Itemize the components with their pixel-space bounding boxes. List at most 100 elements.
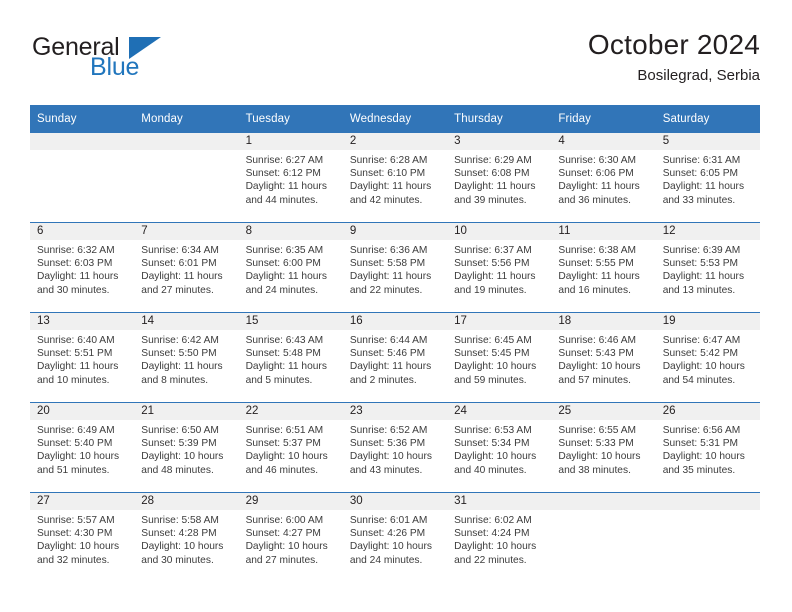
day-details: Sunrise: 6:31 AM Sunset: 6:05 PM Daylight:… [656,150,760,207]
daylight-text-line1: Daylight: 11 hours [558,271,640,283]
daylight-text-line2: and 19 minutes. [454,284,527,296]
daylight-text-line2: and 22 minutes. [454,554,527,566]
day-details: Sunrise: 6:56 AM Sunset: 5:31 PM Daylight:… [656,420,760,477]
day-cell[interactable]: 6 Sunrise: 6:32 AM Sunset: 6:03 PM Daylight… [30,223,135,312]
sunrise-text: Sunrise: 6:29 AM [454,155,532,166]
sunset-text: Sunset: 4:30 PM [37,528,113,540]
day-number: 7 [134,223,239,240]
sunset-text: Sunset: 5:36 PM [349,438,426,450]
daylight-text-line1: Daylight: 10 hours [349,451,432,463]
sunrise-text: Sunrise: 6:39 AM [662,245,741,256]
sunrise-text: Sunrise: 6:01 AM [349,515,428,526]
day-number: 27 [30,493,135,510]
day-number [30,133,135,150]
sunset-text: Sunset: 6:10 PM [349,168,426,180]
day-number: 16 [342,313,448,330]
day-number: 25 [551,403,656,420]
daylight-text-line2: and 40 minutes. [454,464,527,476]
day-cell[interactable]: 10 Sunrise: 6:37 AM Sunset: 5:56 PM Dayligh… [447,223,552,312]
daylight-text-line2: and 43 minutes. [349,464,423,476]
daylight-text-line1: Daylight: 10 hours [141,451,224,463]
day-cell[interactable]: 4 Sunrise: 6:30 AM Sunset: 6:06 PM Daylight… [551,133,656,222]
day-cell[interactable]: 23 Sunrise: 6:52 AM Sunset: 5:36 PM Dayligh… [342,403,448,492]
sunrise-text: Sunrise: 6:49 AM [37,425,115,436]
day-cell[interactable]: 29 Sunrise: 6:00 AM Sunset: 4:27 PM Dayligh… [238,493,343,582]
sunset-text: Sunset: 5:50 PM [141,348,217,360]
day-cell[interactable]: 27 Sunrise: 5:57 AM Sunset: 4:30 PM Dayligh… [30,493,135,582]
sunrise-text: Sunrise: 5:57 AM [37,515,115,526]
sunset-text: Sunset: 4:28 PM [141,528,217,540]
daylight-text-line2: and 13 minutes. [662,284,736,296]
day-cell[interactable]: 14 Sunrise: 6:42 AM Sunset: 5:50 PM Dayligh… [134,313,239,402]
day-cell[interactable]: 8 Sunrise: 6:35 AM Sunset: 6:00 PM Daylight… [238,223,343,312]
day-cell[interactable]: 18 Sunrise: 6:46 AM Sunset: 5:43 PM Dayligh… [551,313,656,402]
sunrise-text: Sunrise: 6:40 AM [37,335,115,346]
sunset-text: Sunset: 6:00 PM [245,258,321,270]
day-details: Sunrise: 6:00 AM Sunset: 4:27 PM Daylight:… [239,510,343,567]
day-number: 11 [551,223,656,240]
day-number: 6 [30,223,135,240]
weekday-header-thursday: Thursday [447,105,552,133]
day-cell[interactable]: 15 Sunrise: 6:43 AM Sunset: 5:48 PM Dayligh… [238,313,343,402]
sunset-text: Sunset: 6:06 PM [558,168,634,180]
day-cell[interactable]: 25 Sunrise: 6:55 AM Sunset: 5:33 PM Dayligh… [551,403,656,492]
sunrise-text: Sunrise: 6:35 AM [245,245,324,256]
page-title: October 2024 [587,29,760,60]
day-details: Sunrise: 6:35 AM Sunset: 6:00 PM Daylight:… [239,240,343,297]
day-details: Sunrise: 6:40 AM Sunset: 5:51 PM Daylight:… [30,330,134,387]
day-cell[interactable]: 2 Sunrise: 6:28 AM Sunset: 6:10 PM Daylight… [342,133,448,222]
day-cell[interactable]: 24 Sunrise: 6:53 AM Sunset: 5:34 PM Dayligh… [447,403,552,492]
sunset-text: Sunset: 5:51 PM [37,348,113,360]
sunset-text: Sunset: 4:27 PM [245,528,321,540]
day-details: Sunrise: 5:58 AM Sunset: 4:28 PM Daylight:… [134,510,238,567]
day-cell[interactable]: 3 Sunrise: 6:29 AM Sunset: 6:08 PM Daylight… [447,133,552,222]
day-cell[interactable]: 1 Sunrise: 6:27 AM Sunset: 6:12 PM Daylight… [238,133,343,222]
day-details: Sunrise: 6:29 AM Sunset: 6:08 PM Daylight:… [447,150,551,207]
day-cell[interactable]: 11 Sunrise: 6:38 AM Sunset: 5:55 PM Dayligh… [551,223,656,312]
sunset-text: Sunset: 5:34 PM [454,438,530,450]
brand-logo[interactable]: General Blue [30,34,260,96]
day-cell[interactable]: 13 Sunrise: 6:40 AM Sunset: 5:51 PM Dayligh… [30,313,135,402]
day-number: 12 [655,223,760,240]
daylight-text-line2: and 10 minutes. [37,374,110,386]
day-cell-empty [134,133,239,222]
day-details: Sunrise: 6:30 AM Sunset: 6:06 PM Daylight:… [551,150,655,207]
day-details: Sunrise: 6:53 AM Sunset: 5:34 PM Daylight:… [447,420,551,477]
day-cell[interactable]: 12 Sunrise: 6:39 AM Sunset: 5:53 PM Dayligh… [655,223,760,312]
day-number: 8 [238,223,343,240]
day-number: 18 [551,313,656,330]
calendar-week-row: 20 Sunrise: 6:49 AM Sunset: 5:40 PM Dayligh… [30,402,760,493]
day-details: Sunrise: 6:36 AM Sunset: 5:58 PM Daylight:… [343,240,447,297]
day-cell[interactable]: 30 Sunrise: 6:01 AM Sunset: 4:26 PM Dayligh… [342,493,448,582]
daylight-text-line2: and 8 minutes. [141,374,209,386]
sunrise-text: Sunrise: 6:27 AM [245,155,324,166]
day-cell[interactable]: 9 Sunrise: 6:36 AM Sunset: 5:58 PM Daylight… [342,223,448,312]
brand-name-blue: Blue [90,53,140,81]
day-details: Sunrise: 6:27 AM Sunset: 6:12 PM Daylight:… [239,150,343,207]
daylight-text-line1: Daylight: 11 hours [454,271,536,283]
day-cell[interactable]: 26 Sunrise: 6:56 AM Sunset: 5:31 PM Dayligh… [655,403,760,492]
daylight-text-line1: Daylight: 11 hours [141,361,223,373]
day-cell[interactable]: 21 Sunrise: 6:50 AM Sunset: 5:39 PM Dayligh… [134,403,239,492]
calendar-header-row: Sunday Monday Tuesday Wednesday Thursday Frid… [30,105,760,133]
day-details: Sunrise: 6:01 AM Sunset: 4:26 PM Daylight:… [343,510,447,567]
sunset-text: Sunset: 5:53 PM [662,258,739,270]
day-cell[interactable]: 22 Sunrise: 6:51 AM Sunset: 5:37 PM Dayligh… [238,403,343,492]
day-cell[interactable]: 19 Sunrise: 6:47 AM Sunset: 5:42 PM Dayligh… [655,313,760,402]
day-cell[interactable]: 31 Sunrise: 6:02 AM Sunset: 4:24 PM Dayligh… [447,493,552,582]
daylight-text-line1: Daylight: 10 hours [662,361,745,373]
day-cell[interactable]: 28 Sunrise: 5:58 AM Sunset: 4:28 PM Dayligh… [134,493,239,582]
day-number: 9 [342,223,448,240]
day-details: Sunrise: 6:42 AM Sunset: 5:50 PM Daylight:… [134,330,238,387]
day-details: Sunrise: 6:50 AM Sunset: 5:39 PM Daylight:… [134,420,238,477]
day-details: Sunrise: 6:47 AM Sunset: 5:42 PM Daylight:… [656,330,760,387]
day-cell[interactable]: 7 Sunrise: 6:34 AM Sunset: 6:01 PM Daylight… [134,223,239,312]
sunset-text: Sunset: 5:48 PM [245,348,321,360]
day-cell[interactable]: 20 Sunrise: 6:49 AM Sunset: 5:40 PM Dayligh… [30,403,135,492]
day-cell[interactable]: 16 Sunrise: 6:44 AM Sunset: 5:46 PM Dayligh… [342,313,448,402]
day-cell[interactable]: 5 Sunrise: 6:31 AM Sunset: 6:05 PM Daylight… [655,133,760,222]
daylight-text-line2: and 22 minutes. [349,284,423,296]
daylight-text-line2: and 51 minutes. [37,464,110,476]
daylight-text-line1: Daylight: 10 hours [662,451,745,463]
day-cell[interactable]: 17 Sunrise: 6:45 AM Sunset: 5:45 PM Dayligh… [447,313,552,402]
